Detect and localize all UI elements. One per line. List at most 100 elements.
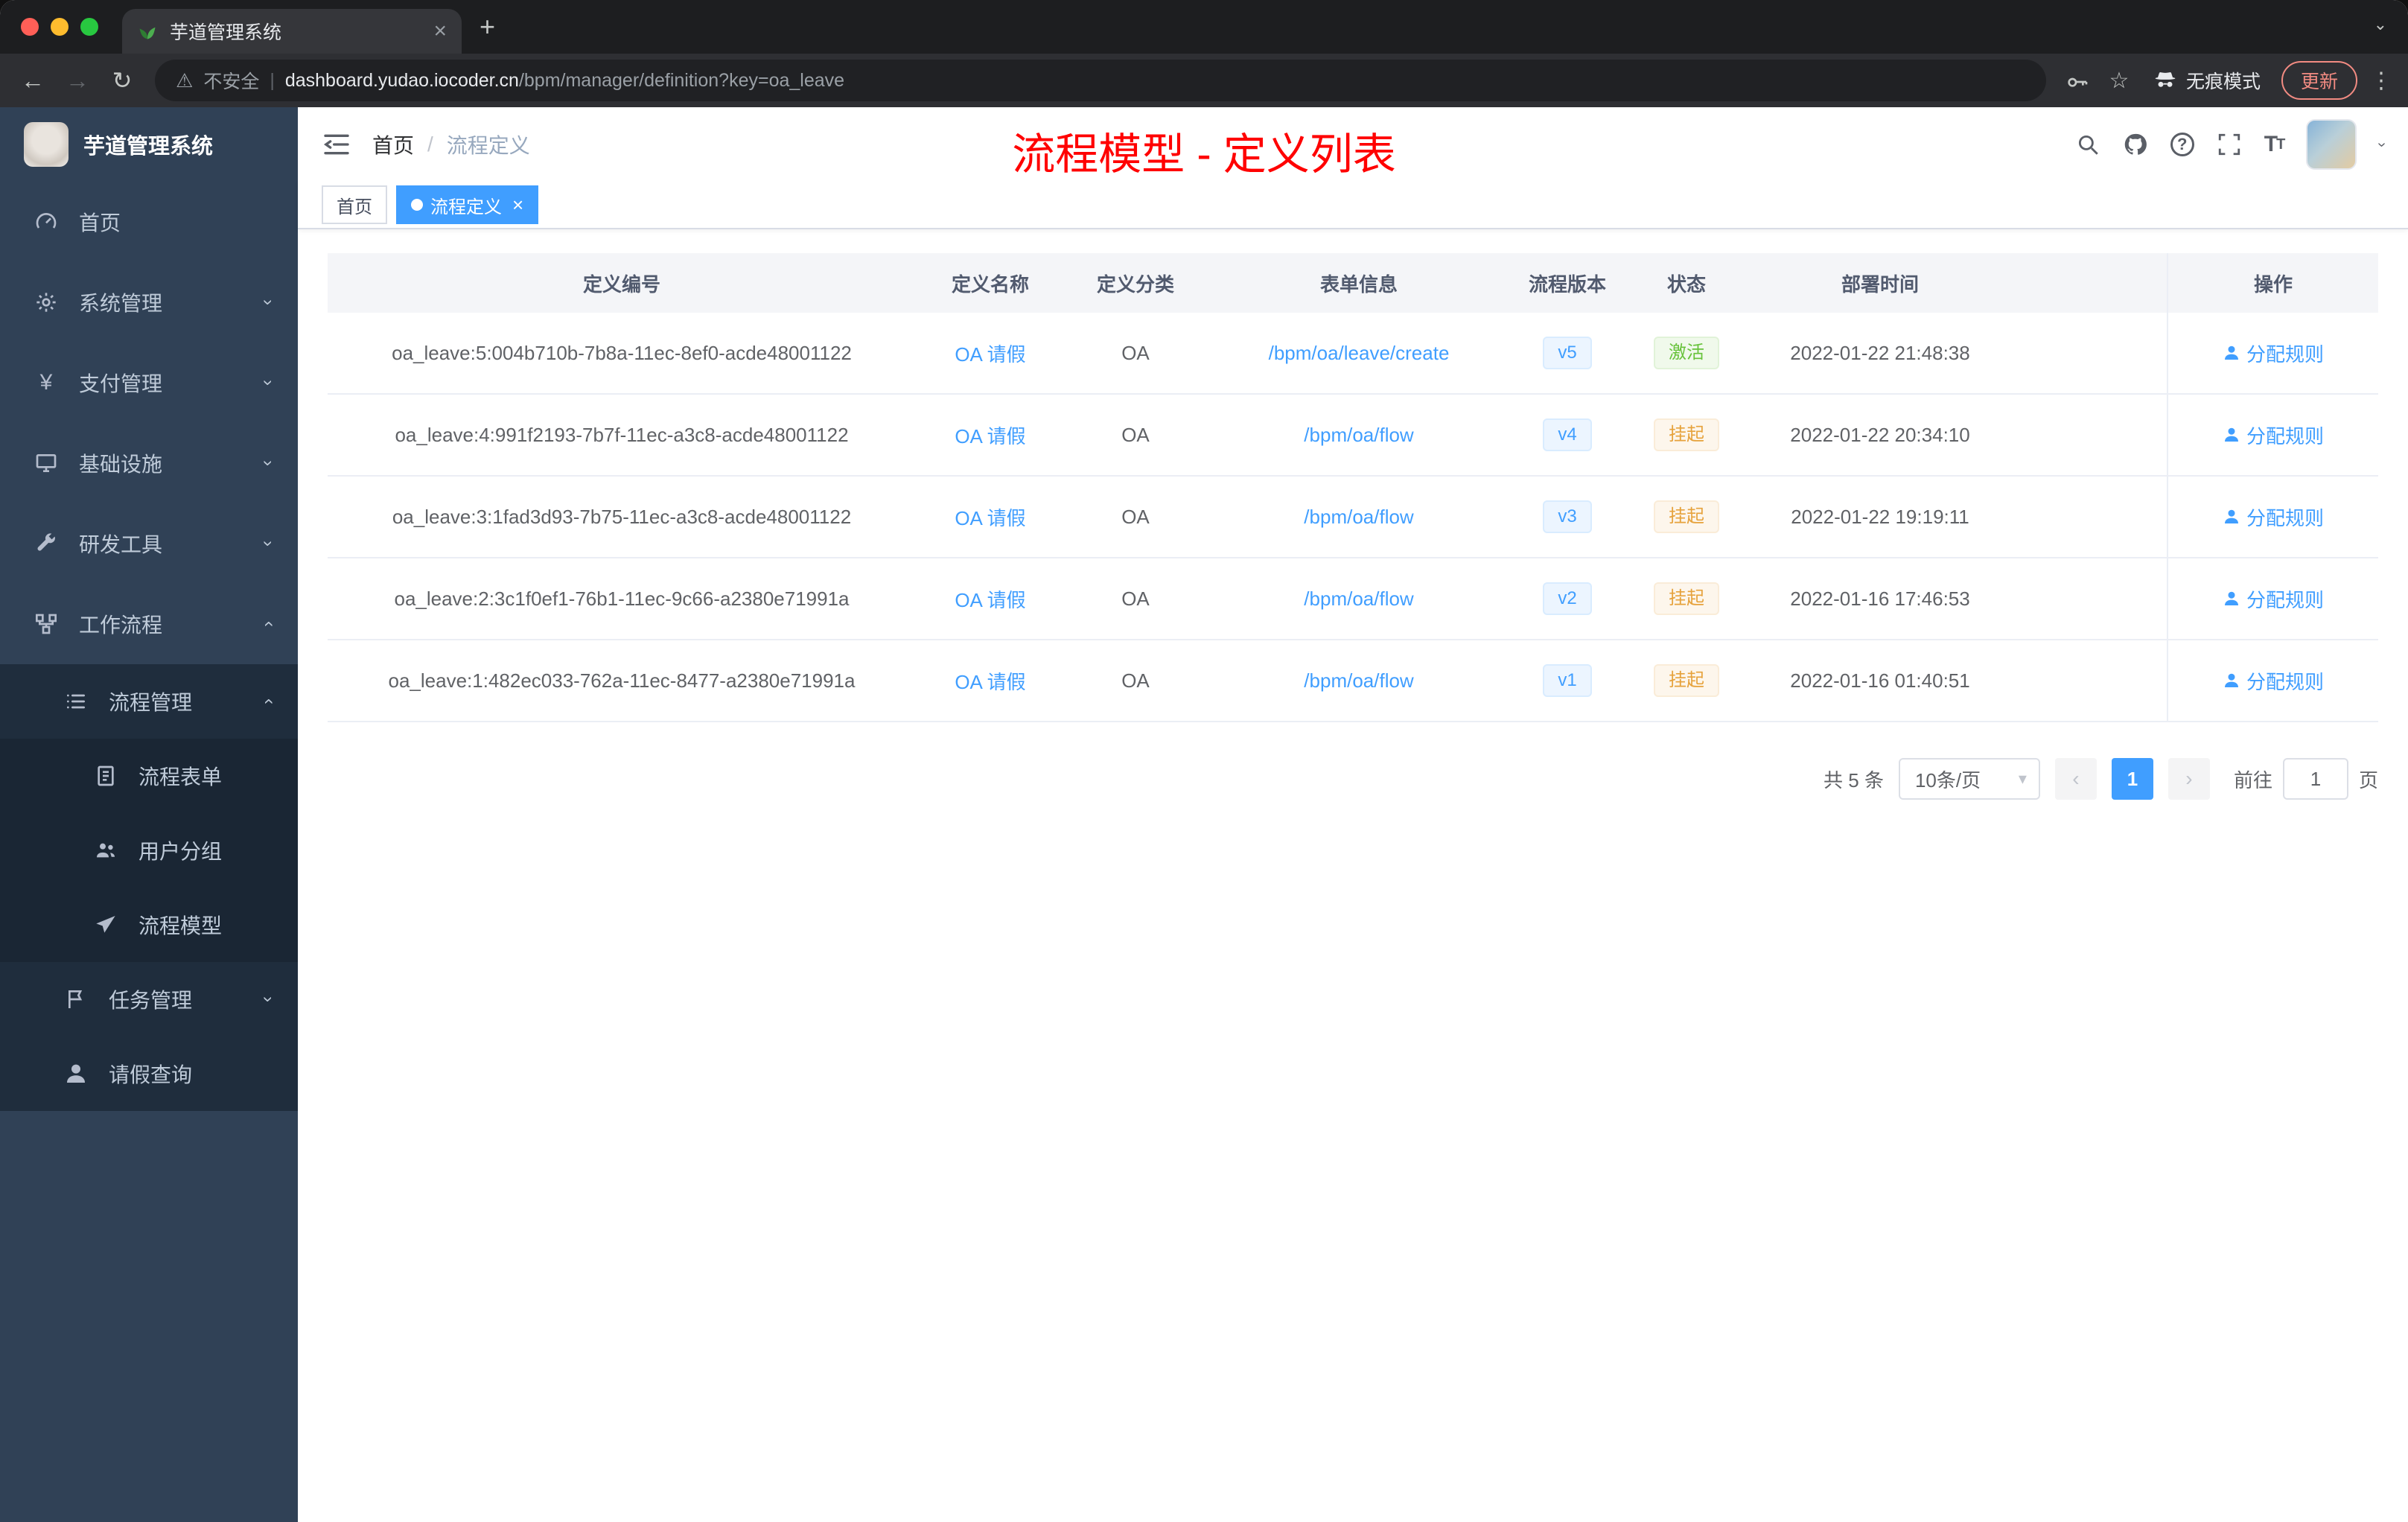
assign-rule-link[interactable]: 分配规则 [2223, 503, 2324, 531]
font-size-icon[interactable]: TT [2264, 132, 2286, 157]
help-icon[interactable]: ? [2170, 133, 2194, 156]
cell-deploy-time: 2022-01-22 20:34:10 [1790, 423, 1970, 446]
tag-process-definition[interactable]: 流程定义 × [396, 185, 539, 224]
close-icon[interactable]: × [433, 20, 447, 42]
form-link[interactable]: /bpm/oa/flow [1304, 506, 1413, 529]
chevron-down-icon[interactable]: ⌄ [2374, 15, 2387, 34]
kebab-menu-icon[interactable]: ⋮ [2366, 68, 2396, 94]
github-icon[interactable] [2123, 132, 2148, 157]
sidebar-item-process-model[interactable]: 流程模型 [0, 888, 298, 962]
sidebar-item-system[interactable]: 系统管理 › [0, 262, 298, 343]
address-bar[interactable]: ⚠ 不安全 | dashboard.yudao.iocoder.cn/bpm/m… [155, 60, 2046, 101]
status-badge: 挂起 [1654, 664, 1719, 697]
search-icon[interactable] [2075, 132, 2100, 157]
zoom-window-button[interactable] [80, 18, 98, 36]
browser-toolbar: ← → ↻ ⚠ 不安全 | dashboard.yudao.iocoder.cn… [0, 54, 2408, 107]
sidebar-menu: 首页 系统管理 › ¥ 支付管理 › 基础设施 › 研发工具 › 工作流程 › … [0, 182, 298, 1522]
close-window-button[interactable] [21, 18, 39, 36]
goto-page-input[interactable] [2282, 758, 2348, 800]
definition-name-link[interactable]: OA 请假 [955, 667, 1025, 695]
breadcrumb-home-link[interactable]: 首页 [372, 130, 414, 159]
tag-home[interactable]: 首页 [322, 185, 387, 224]
workflow-submenu: 流程管理 › 流程表单 用户分组 流程模型 任务管理 › 请假查询 [0, 664, 298, 1111]
cell-category: OA [1121, 505, 1150, 528]
version-badge: v4 [1543, 418, 1592, 451]
next-page-button[interactable]: › [2167, 758, 2210, 800]
assign-rule-link[interactable]: 分配规则 [2223, 340, 2324, 367]
url-host: dashboard.yudao.iocoder.cn [284, 69, 519, 91]
assign-rule-label: 分配规则 [2246, 506, 2324, 529]
version-badge: v1 [1543, 664, 1592, 697]
caret-down-icon[interactable]: › [2373, 142, 2390, 147]
security-label: 不安全 [203, 71, 260, 92]
key-icon[interactable] [2058, 61, 2097, 100]
new-tab-button[interactable]: + [480, 11, 495, 42]
update-button[interactable]: 更新 [2281, 61, 2357, 100]
pagination: 共 5 条 10条/页 ▾ ‹ 1 › 前往 页 [328, 758, 2378, 800]
assign-rule-label: 分配规则 [2246, 343, 2324, 366]
column-header: 流程版本 [1528, 273, 1606, 296]
chevron-down-icon: › [258, 299, 278, 305]
definition-name-link[interactable]: OA 请假 [955, 503, 1025, 531]
back-button[interactable]: ← [12, 60, 54, 101]
person-icon [63, 1060, 89, 1087]
star-icon[interactable]: ☆ [2100, 61, 2138, 100]
definition-name-link[interactable]: OA 请假 [955, 340, 1025, 367]
sidebar-item-process-management[interactable]: 流程管理 › [0, 664, 298, 739]
incognito-icon [2155, 72, 2176, 87]
form-link[interactable]: /bpm/oa/flow [1304, 588, 1413, 611]
process-management-submenu: 流程表单 用户分组 流程模型 [0, 739, 298, 962]
form-link[interactable]: /bpm/oa/flow [1304, 424, 1413, 447]
cell-definition-id: oa_leave:3:1fad3d93-7b75-11ec-a3c8-acde4… [392, 505, 852, 528]
minimize-window-button[interactable] [51, 18, 69, 36]
user-group-icon [92, 837, 119, 864]
table-row: oa_leave:3:1fad3d93-7b75-11ec-a3c8-acde4… [328, 477, 2378, 558]
column-header: 定义名称 [951, 273, 1029, 296]
reload-button[interactable]: ↻ [101, 60, 143, 101]
sidebar-item-label: 系统管理 [79, 292, 163, 315]
table-row: oa_leave:5:004b710b-7b8a-11ec-8ef0-acde4… [328, 313, 2378, 395]
definition-name-link[interactable]: OA 请假 [955, 585, 1025, 613]
cell-definition-id: oa_leave:1:482ec033-762a-11ec-8477-a2380… [388, 669, 856, 692]
close-icon[interactable]: × [512, 195, 523, 214]
sidebar-item-infrastructure[interactable]: 基础设施 › [0, 423, 298, 503]
prev-page-button[interactable]: ‹ [2054, 758, 2097, 800]
yen-icon: ¥ [39, 370, 53, 395]
sidebar-item-leave-query[interactable]: 请假查询 [0, 1037, 298, 1111]
sidebar-item-dev-tools[interactable]: 研发工具 › [0, 503, 298, 584]
sidebar-item-payment[interactable]: ¥ 支付管理 › [0, 343, 298, 423]
cell-category: OA [1121, 423, 1150, 446]
table-row: oa_leave:4:991f2193-7b7f-11ec-a3c8-acde4… [328, 395, 2378, 477]
form-link[interactable]: /bpm/oa/leave/create [1269, 342, 1450, 365]
cell-deploy-time: 2022-01-16 17:46:53 [1790, 587, 1970, 610]
dashboard-icon [33, 208, 60, 235]
assign-rule-link[interactable]: 分配规则 [2223, 585, 2324, 613]
sidebar-item-label: 任务管理 [109, 989, 193, 1012]
table-row: oa_leave:1:482ec033-762a-11ec-8477-a2380… [328, 640, 2378, 722]
sidebar-item-label: 流程模型 [138, 914, 223, 937]
sidebar-item-label: 支付管理 [79, 372, 163, 395]
browser-tab[interactable]: 芋道管理系统 × [122, 9, 462, 54]
sidebar-item-task-management[interactable]: 任务管理 › [0, 962, 298, 1037]
forward-button[interactable]: → [57, 60, 98, 101]
breadcrumb-separator: / [427, 133, 433, 156]
sidebar-item-user-group[interactable]: 用户分组 [0, 813, 298, 888]
user-icon [2223, 590, 2240, 608]
hamburger-icon[interactable] [322, 130, 351, 159]
avatar[interactable] [2306, 119, 2357, 170]
definition-name-link[interactable]: OA 请假 [955, 421, 1025, 449]
sidebar-item-process-form[interactable]: 流程表单 [0, 739, 298, 813]
sidebar-item-label: 流程管理 [109, 691, 193, 714]
fullscreen-icon[interactable] [2217, 132, 2242, 157]
wrench-icon [33, 530, 60, 557]
cell-deploy-time: 2022-01-22 19:19:11 [1791, 505, 1969, 528]
assign-rule-link[interactable]: 分配规则 [2223, 667, 2324, 695]
sidebar-item-workflow[interactable]: 工作流程 › [0, 584, 298, 664]
page-1-button[interactable]: 1 [2111, 758, 2153, 800]
favicon-icon [137, 21, 158, 42]
sidebar-item-home[interactable]: 首页 [0, 182, 298, 262]
form-link[interactable]: /bpm/oa/flow [1304, 669, 1413, 692]
page-size-select[interactable]: 10条/页 ▾ [1898, 758, 2040, 800]
assign-rule-link[interactable]: 分配规则 [2223, 421, 2324, 449]
sidebar-item-label: 研发工具 [79, 533, 163, 556]
